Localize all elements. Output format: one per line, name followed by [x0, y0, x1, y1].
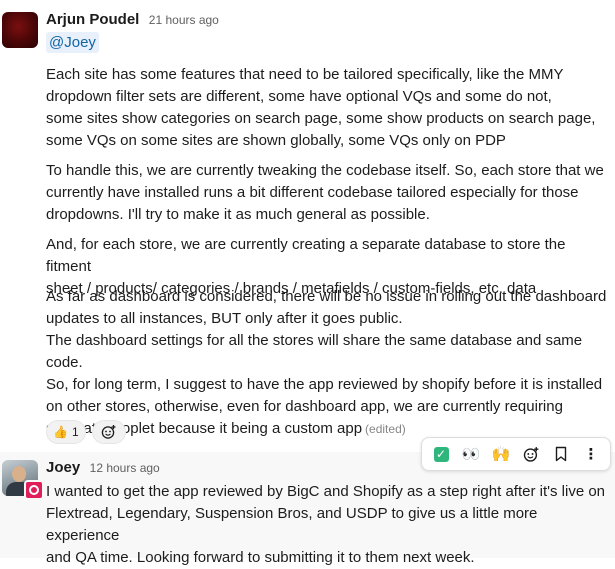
reactions-bar: 👍 1 [46, 420, 126, 444]
thumbs-up-icon: 👍 [53, 425, 68, 439]
raised-hands-icon: 🙌 [491, 446, 511, 463]
add-reaction-icon [523, 446, 538, 462]
avatar-arjun[interactable] [2, 12, 38, 48]
react-check-button[interactable]: ✓ [427, 440, 455, 468]
more-actions-icon: ⋮ [583, 446, 599, 463]
message-header: Arjun Poudel 21 hours ago [46, 11, 219, 29]
paragraph-4: As far as dashboard is considered, there… [46, 286, 611, 440]
paragraph-2: To handle this, we are currently tweakin… [46, 162, 604, 223]
edited-label: (edited) [365, 422, 406, 436]
more-actions-button[interactable]: ⋮ [577, 440, 605, 468]
bookmark-icon [555, 446, 567, 462]
eyes-icon: 👀 [461, 446, 481, 463]
reaction-thumbs-up[interactable]: 👍 1 [46, 420, 86, 444]
add-reaction-button[interactable] [91, 420, 126, 444]
message-body: I wanted to get the app reviewed by BigC… [46, 483, 606, 566]
message-arjun: Arjun Poudel 21 hours ago @Joey Each sit… [0, 0, 615, 452]
add-reaction-button[interactable] [517, 440, 545, 468]
paragraph-1: Each site has some features that need to… [46, 66, 596, 149]
message-header: Joey 12 hours ago [46, 459, 160, 477]
react-raised-hands-button[interactable]: 🙌 [487, 440, 515, 468]
timestamp[interactable]: 12 hours ago [90, 461, 160, 475]
author-name[interactable]: Joey [46, 459, 80, 476]
author-name[interactable]: Arjun Poudel [46, 11, 139, 28]
react-eyes-button[interactable]: 👀 [457, 440, 485, 468]
save-for-later-button[interactable] [547, 440, 575, 468]
message-actions-toolbar: ✓ 👀 🙌 ⋮ [421, 437, 611, 471]
paragraph-4-text: As far as dashboard is considered, there… [46, 288, 607, 437]
mention-joey[interactable]: @Joey [46, 32, 99, 53]
avatar-face [12, 466, 26, 482]
add-reaction-icon [101, 425, 116, 439]
check-mark-icon: ✓ [433, 446, 449, 462]
app-badge-icon [24, 480, 44, 500]
reaction-count: 1 [71, 425, 79, 439]
timestamp[interactable]: 21 hours ago [149, 13, 219, 27]
